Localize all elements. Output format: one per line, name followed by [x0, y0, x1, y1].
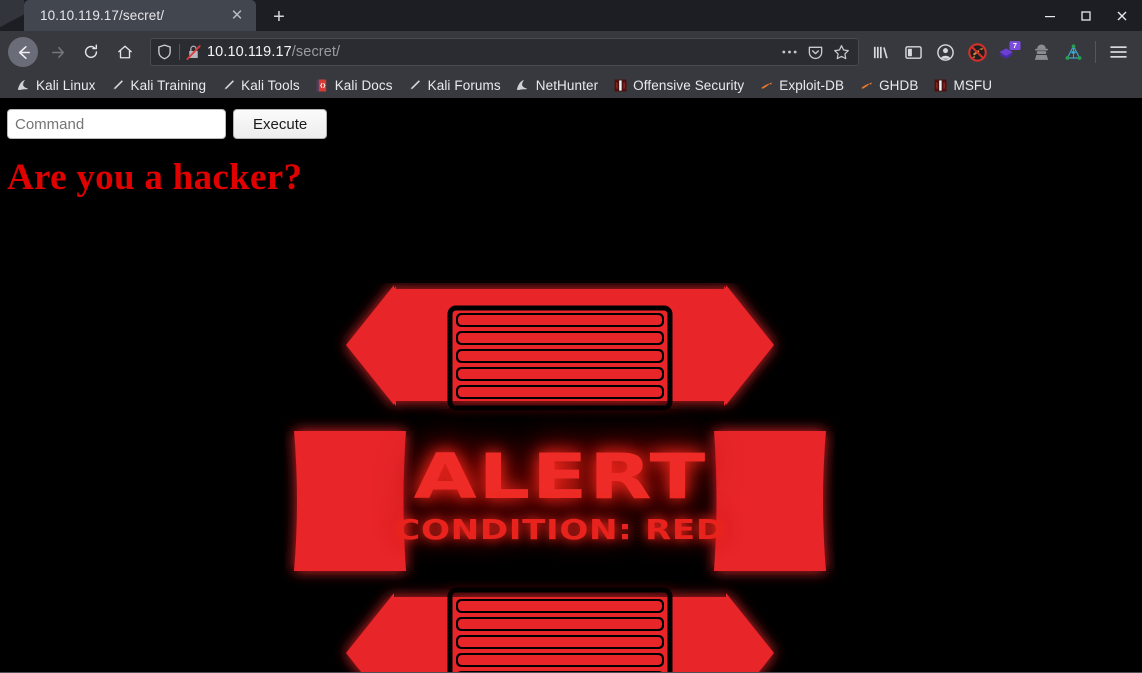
kali-pencil-icon: [220, 78, 236, 94]
bookmark-msfu[interactable]: MSFU: [925, 75, 999, 96]
bookmark-kali-tools[interactable]: Kali Tools: [213, 75, 307, 96]
bookmark-ghdb[interactable]: GHDB: [851, 75, 925, 96]
command-form: Execute: [0, 98, 1142, 139]
bookmark-nethunter[interactable]: NetHunter: [508, 75, 605, 96]
identity-separator: [179, 44, 180, 60]
navigation-toolbar: 10.10.119.17/secret/ 7: [0, 31, 1142, 73]
bookmarks-bar: Kali Linux Kali Training Kali Tools Kali…: [0, 73, 1142, 98]
library-icon[interactable]: [865, 36, 897, 68]
page-actions-icon[interactable]: [776, 40, 802, 64]
bookmark-kali-forums[interactable]: Kali Forums: [400, 75, 508, 96]
kali-pencil-icon: [110, 78, 126, 94]
new-tab-button[interactable]: +: [262, 3, 296, 31]
tab-title: 10.10.119.17/secret/: [40, 8, 165, 23]
back-button[interactable]: [8, 37, 38, 67]
bookmark-label: Kali Forums: [427, 78, 501, 93]
kali-pencil-icon: [407, 78, 423, 94]
browser-window: 10.10.119.17/secret/ ✕ + 10.10.119.17/se…: [0, 0, 1142, 673]
menu-icon[interactable]: [1102, 36, 1134, 68]
bookmark-star-icon[interactable]: [828, 40, 854, 64]
bookmark-label: NetHunter: [535, 78, 599, 93]
bookmark-label: Exploit-DB: [779, 78, 845, 93]
reload-button[interactable]: [76, 37, 106, 67]
insecure-lock-icon[interactable]: [185, 44, 207, 61]
toolbar-icons: 7: [865, 36, 1134, 68]
exploitdb-icon: [758, 78, 774, 94]
pocket-icon[interactable]: [802, 40, 828, 64]
bookmark-kali-linux[interactable]: Kali Linux: [8, 75, 103, 96]
bookmark-label: MSFU: [953, 78, 993, 93]
close-icon[interactable]: [1104, 0, 1140, 31]
toolbar-divider: [1095, 41, 1096, 63]
execute-button[interactable]: Execute: [233, 109, 328, 139]
tab-bar: 10.10.119.17/secret/ ✕ +: [0, 0, 1142, 31]
user-agent-spoof-icon[interactable]: [1025, 36, 1057, 68]
maximize-icon[interactable]: [1068, 0, 1104, 31]
bookmark-kali-training[interactable]: Kali Training: [103, 75, 214, 96]
shield-icon: [158, 44, 171, 60]
kali-dragon-icon: [515, 78, 531, 94]
tab-strip-decoration: [0, 0, 24, 31]
bookmark-offensive-security[interactable]: Offensive Security: [605, 75, 751, 96]
url-text[interactable]: 10.10.119.17/secret/: [207, 44, 776, 60]
msfu-icon: [932, 78, 948, 94]
browser-tab[interactable]: 10.10.119.17/secret/ ✕: [24, 0, 256, 31]
command-input[interactable]: [7, 109, 226, 139]
network-graph-icon[interactable]: [1057, 36, 1089, 68]
bookmark-label: Kali Docs: [334, 78, 393, 93]
account-icon[interactable]: [929, 36, 961, 68]
home-button[interactable]: [110, 37, 140, 67]
kali-book-icon: [314, 78, 330, 94]
bookmark-label: Kali Tools: [241, 78, 300, 93]
url-path: /secret/: [291, 44, 341, 60]
noscript-icon[interactable]: [961, 36, 993, 68]
layers-badge-count: 7: [1012, 41, 1016, 50]
bookmark-label: Kali Training: [130, 78, 207, 93]
forward-button[interactable]: [42, 37, 72, 67]
sidebar-icon[interactable]: [897, 36, 929, 68]
site-identity[interactable]: [157, 44, 177, 60]
bookmark-exploit-db[interactable]: Exploit-DB: [751, 75, 851, 96]
url-host: 10.10.119.17: [207, 44, 292, 60]
bookmark-label: Offensive Security: [633, 78, 745, 93]
alert-condition-red-image: ALERT CONDITION: RED: [284, 283, 836, 672]
tab-close-icon[interactable]: ✕: [226, 5, 248, 27]
layers-icon[interactable]: 7: [993, 36, 1025, 68]
page-headline: Are you a hacker?: [7, 157, 303, 198]
window-controls: [1032, 0, 1142, 31]
address-bar[interactable]: 10.10.119.17/secret/: [150, 38, 859, 66]
ghdb-icon: [858, 78, 874, 94]
bookmark-label: GHDB: [879, 78, 919, 93]
bookmark-kali-docs[interactable]: Kali Docs: [307, 75, 400, 96]
minimize-icon[interactable]: [1032, 0, 1068, 31]
offsec-icon: [612, 78, 628, 94]
kali-dragon-icon: [15, 78, 31, 94]
bookmark-label: Kali Linux: [36, 78, 96, 93]
page-viewport: Execute Are you a hacker?: [0, 98, 1142, 673]
